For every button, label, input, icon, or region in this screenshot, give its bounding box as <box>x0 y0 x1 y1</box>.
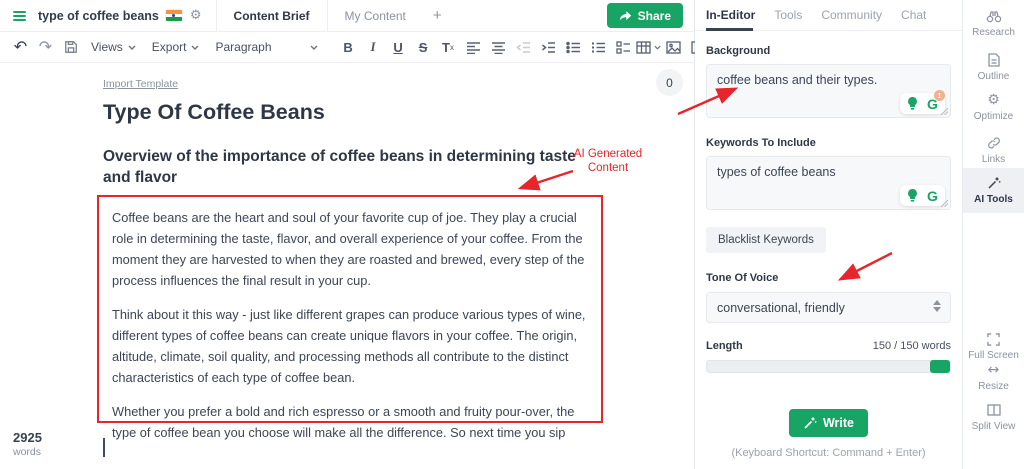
format-toolbar: ↶ ↷ Views Export Paragraph B I U S Tx <box>0 32 694 63</box>
textarea-resize-handle[interactable] <box>941 194 948 212</box>
tone-of-voice-label: Tone Of Voice <box>706 272 951 284</box>
undo-button[interactable]: ↶ <box>8 35 33 59</box>
ai-generated-content-highlight-box: Coffee beans are the heart and soul of y… <box>97 195 603 423</box>
align-center-icon[interactable] <box>486 35 511 59</box>
paragraph: Coffee beans are the heart and soul of y… <box>112 207 587 291</box>
stepper-arrows-icon <box>933 300 941 312</box>
export-dropdown[interactable]: Export <box>144 35 208 59</box>
chevron-down-icon <box>191 45 199 50</box>
align-left-icon[interactable] <box>461 35 486 59</box>
split-view-icon <box>963 402 1024 418</box>
views-dropdown[interactable]: Views <box>83 35 144 59</box>
keyboard-shortcut-hint: (Keyboard Shortcut: Command + Enter) <box>706 447 951 459</box>
chevron-down-icon <box>128 45 136 50</box>
full-screen-icon <box>963 331 1024 347</box>
suggestion-lightbulb-icon[interactable] <box>904 187 921 204</box>
top-tab-group: Content Brief My Content + <box>216 0 452 31</box>
rail-item-links[interactable]: Links <box>963 135 1024 165</box>
tab-content-brief[interactable]: Content Brief <box>216 0 328 31</box>
redo-button[interactable]: ↷ <box>33 35 58 59</box>
document-canvas[interactable]: Import Template 0 Type Of Coffee Beans O… <box>0 63 694 468</box>
app-window: type of coffee beans ⚙ Content Brief My … <box>0 0 1024 469</box>
bullet-list-icon[interactable] <box>561 35 586 59</box>
tab-tools[interactable]: Tools <box>774 8 802 22</box>
paragraph-style-dropdown[interactable]: Paragraph <box>207 35 325 59</box>
chevron-down-icon <box>310 45 318 50</box>
editor-column: type of coffee beans ⚙ Content Brief My … <box>0 0 695 469</box>
tab-in-editor[interactable]: In-Editor <box>706 8 755 22</box>
checklist-icon[interactable] <box>611 35 636 59</box>
outdent-icon[interactable] <box>511 35 536 59</box>
tab-community[interactable]: Community <box>821 8 882 22</box>
suggestion-lightbulb-icon[interactable] <box>904 95 921 112</box>
tab-chat[interactable]: Chat <box>901 8 926 22</box>
magic-wand-icon <box>963 175 1024 191</box>
rail-item-ai-tools[interactable]: AI Tools <box>963 168 1024 213</box>
rail-item-resize[interactable]: ↔ Resize <box>963 362 1024 392</box>
word-count-label: words <box>13 446 42 458</box>
assistant-icon-group: G 1 <box>900 93 945 114</box>
keywords-label: Keywords To Include <box>706 137 951 149</box>
grammarly-badge: 1 <box>934 90 945 101</box>
length-slider[interactable] <box>706 360 951 373</box>
document-heading: Type Of Coffee Beans <box>103 100 325 125</box>
import-template-link[interactable]: Import Template <box>103 78 178 90</box>
save-icon[interactable] <box>58 35 83 59</box>
rail-item-optimize[interactable]: ⚙ Optimize <box>963 92 1024 122</box>
indent-icon[interactable] <box>536 35 561 59</box>
comment-count-badge[interactable]: 0 <box>656 69 683 96</box>
tone-of-voice-value: conversational, friendly <box>717 301 845 315</box>
tab-my-content[interactable]: My Content <box>328 0 423 31</box>
blacklist-keywords-button[interactable]: Blacklist Keywords <box>706 227 826 253</box>
length-slider-handle[interactable] <box>930 360 950 373</box>
document-subheading: Overview of the importance of coffee bea… <box>103 146 581 188</box>
panel-tab-bar: In-Editor Tools Community Chat <box>695 0 962 31</box>
gear-icon: ⚙ <box>963 92 1024 108</box>
bold-button[interactable]: B <box>336 35 361 59</box>
word-count-number: 2925 <box>13 430 42 445</box>
ordered-list-icon[interactable] <box>586 35 611 59</box>
underline-button[interactable]: U <box>386 35 411 59</box>
assistant-icon-group: G <box>900 185 945 206</box>
share-button[interactable]: Share <box>607 3 683 28</box>
italic-button[interactable]: I <box>361 35 386 59</box>
document-icon <box>963 52 1024 68</box>
side-rail: Research Outline ⚙ Optimize Links AI Too… <box>962 0 1024 469</box>
strikethrough-button[interactable]: S <box>411 35 436 59</box>
clear-formatting-button[interactable]: Tx <box>436 35 461 59</box>
document-settings-gear-icon[interactable]: ⚙ <box>190 8 202 23</box>
top-bar: type of coffee beans ⚙ Content Brief My … <box>0 0 694 32</box>
india-flag-icon <box>166 10 182 21</box>
share-icon <box>619 10 632 22</box>
rail-item-research[interactable]: Research <box>963 8 1024 38</box>
tone-of-voice-select[interactable]: conversational, friendly <box>706 292 951 323</box>
ai-tools-panel: In-Editor Tools Community Chat Backgroun… <box>695 0 962 469</box>
binoculars-icon <box>963 8 1024 24</box>
chevron-down-icon <box>654 45 661 50</box>
word-count: 2925 words <box>13 430 42 458</box>
write-button[interactable]: Write <box>789 409 868 437</box>
length-value: 150 / 150 words <box>873 340 951 352</box>
insert-table-icon[interactable] <box>636 35 661 59</box>
text-cursor <box>103 438 105 457</box>
document-title: type of coffee beans <box>38 9 159 23</box>
paragraph: Think about it this way - just like diff… <box>112 304 587 388</box>
background-label: Background <box>706 45 951 57</box>
insert-image-icon[interactable] <box>661 35 686 59</box>
ai-generated-content-annotation: AI Generated Content <box>566 147 650 175</box>
active-tab-indicator <box>706 28 753 31</box>
link-icon <box>963 135 1024 151</box>
rail-item-full-screen[interactable]: Full Screen <box>963 331 1024 361</box>
menu-icon[interactable] <box>13 11 26 21</box>
paragraph: Whether you prefer a bold and rich espre… <box>112 401 587 443</box>
length-label: Length <box>706 340 743 352</box>
grammarly-icon[interactable]: G 1 <box>924 95 941 112</box>
textarea-resize-handle[interactable] <box>941 102 948 120</box>
rail-item-outline[interactable]: Outline <box>963 52 1024 82</box>
add-tab-button[interactable]: + <box>423 0 452 31</box>
resize-arrows-icon: ↔ <box>963 362 1024 378</box>
rail-item-split-view[interactable]: Split View <box>963 402 1024 432</box>
grammarly-icon[interactable]: G <box>924 187 941 204</box>
magic-wand-icon <box>803 416 817 430</box>
